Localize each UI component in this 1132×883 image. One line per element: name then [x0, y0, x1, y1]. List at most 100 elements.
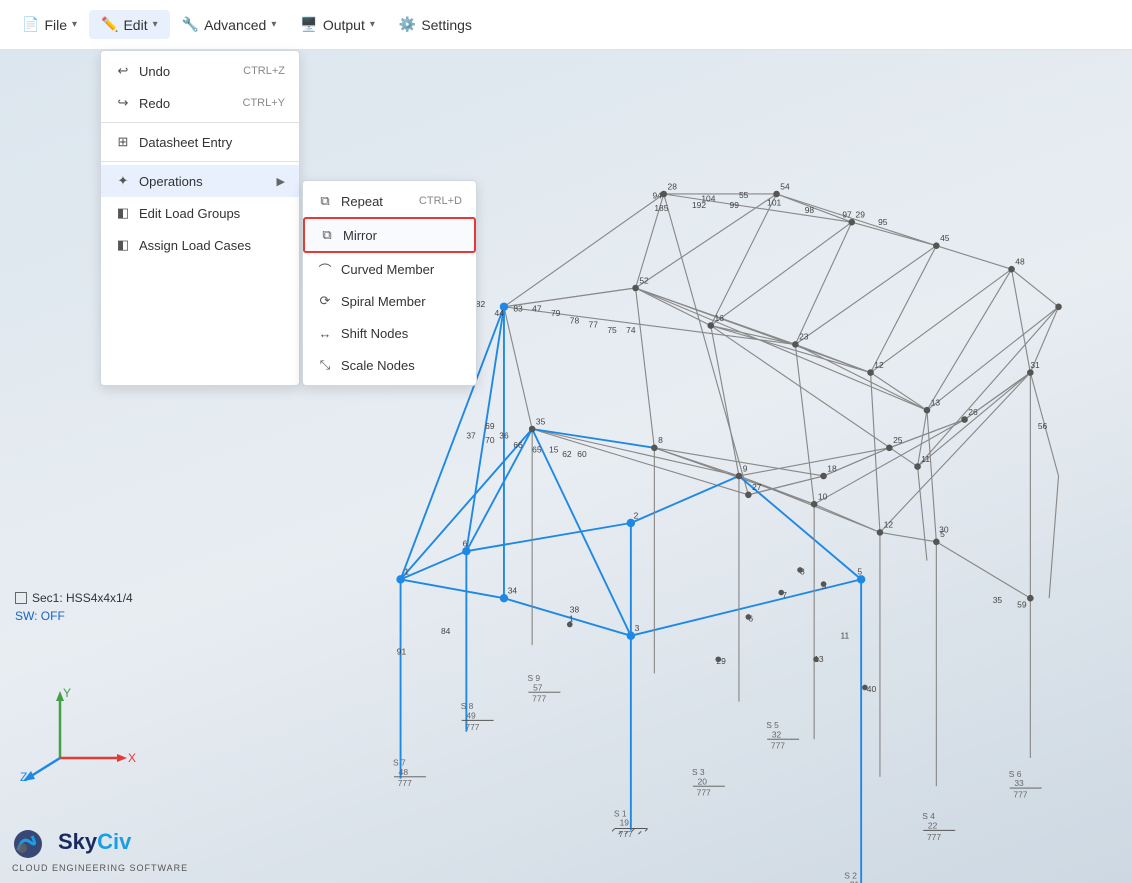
- redo-label: Redo: [139, 96, 170, 111]
- file-icon: 📄: [22, 16, 39, 33]
- svg-text:30: 30: [939, 524, 949, 534]
- svg-text:Z: Z: [20, 770, 27, 783]
- mirror-icon: ⧉: [319, 227, 335, 243]
- output-label: Output: [323, 17, 365, 33]
- svg-text:78: 78: [570, 316, 580, 326]
- svg-text:95: 95: [878, 217, 888, 227]
- svg-text:74: 74: [626, 325, 636, 335]
- curved-member-item[interactable]: ⌒ Curved Member: [303, 253, 476, 285]
- svg-text:35: 35: [536, 416, 546, 426]
- advanced-caret: ▾: [271, 19, 276, 30]
- repeat-label: Repeat: [341, 194, 383, 209]
- svg-text:101: 101: [767, 197, 781, 207]
- edit-icon: ✏️: [101, 16, 118, 33]
- svg-text:77: 77: [589, 319, 599, 329]
- svg-text:56: 56: [1038, 421, 1048, 431]
- svg-text:31: 31: [1030, 360, 1040, 370]
- svg-text:79: 79: [551, 308, 561, 318]
- repeat-item[interactable]: ⧉ Repeat CTRL+D: [303, 185, 476, 217]
- svg-text:777: 777: [619, 829, 633, 839]
- svg-text:59: 59: [1017, 600, 1027, 610]
- checkbox-icon: [15, 592, 27, 604]
- curved-member-icon: ⌒: [317, 261, 333, 277]
- datasheet-entry-item[interactable]: ⊞ Datasheet Entry: [101, 126, 299, 158]
- settings-menu[interactable]: ⚙️ Settings: [387, 10, 484, 39]
- svg-text:13: 13: [931, 397, 941, 407]
- svg-text:48: 48: [1015, 256, 1025, 266]
- undo-shortcut: CTRL+Z: [243, 65, 285, 77]
- edit-load-groups-item[interactable]: ◧ Edit Load Groups: [101, 197, 299, 229]
- svg-text:34: 34: [508, 585, 518, 595]
- operations-item[interactable]: ✦ Operations ▶: [101, 165, 299, 197]
- redo-item[interactable]: ↪ Redo CTRL+Y: [101, 87, 299, 119]
- svg-text:777: 777: [927, 832, 941, 842]
- advanced-menu[interactable]: 🔧 Advanced ▾: [170, 10, 289, 39]
- spiral-member-item[interactable]: ⟳ Spiral Member: [303, 285, 476, 317]
- operations-icon: ✦: [115, 173, 131, 189]
- section-label-text: Sec1: HSS4x4x1/4: [32, 591, 133, 605]
- svg-text:12: 12: [874, 360, 884, 370]
- svg-text:22: 22: [928, 820, 938, 830]
- svg-text:777: 777: [398, 778, 412, 788]
- svg-text:5: 5: [857, 567, 862, 577]
- shift-nodes-item[interactable]: ↔ Shift Nodes: [303, 317, 476, 349]
- svg-text:28: 28: [668, 181, 678, 191]
- svg-text:3: 3: [635, 623, 640, 633]
- svg-text:185: 185: [654, 203, 668, 213]
- mirror-label: Mirror: [343, 228, 377, 243]
- axes-widget: Y X Z: [20, 683, 140, 783]
- svg-text:777: 777: [465, 722, 479, 732]
- edit-menu[interactable]: ✏️ Edit ▾: [89, 10, 170, 39]
- edit-caret: ▾: [153, 19, 158, 30]
- svg-text:48: 48: [399, 767, 409, 777]
- svg-text:99: 99: [730, 200, 740, 210]
- assign-load-cases-label: Assign Load Cases: [139, 238, 251, 253]
- svg-text:11: 11: [840, 631, 849, 641]
- separator-2: [101, 161, 299, 162]
- svg-text:777: 777: [1013, 789, 1027, 799]
- logo-text: SkyCiv: [58, 829, 131, 855]
- svg-text:26: 26: [968, 407, 978, 417]
- svg-text:27: 27: [752, 482, 762, 492]
- scale-nodes-item[interactable]: ⤡ Scale Nodes: [303, 349, 476, 381]
- svg-text:35: 35: [993, 595, 1003, 605]
- spiral-member-icon: ⟳: [317, 293, 333, 309]
- svg-text:91: 91: [397, 647, 407, 657]
- shift-nodes-label: Shift Nodes: [341, 326, 408, 341]
- svg-text:29: 29: [856, 209, 866, 219]
- output-menu[interactable]: 🖥️ Output ▾: [288, 10, 387, 39]
- file-menu[interactable]: 📄 File ▾: [10, 10, 89, 39]
- advanced-label: Advanced: [204, 17, 266, 33]
- mirror-item[interactable]: ⧉ Mirror: [303, 217, 476, 253]
- file-caret: ▾: [72, 19, 77, 30]
- undo-item[interactable]: ↩ Undo CTRL+Z: [101, 55, 299, 87]
- svg-text:97: 97: [842, 209, 852, 219]
- svg-text:8: 8: [658, 435, 663, 445]
- settings-icon: ⚙️: [399, 16, 416, 33]
- svg-text:32: 32: [772, 729, 782, 739]
- edit-dropdown-wrapper: ↩ Undo CTRL+Z ↪ Redo CTRL+Y ⊞ Datasheet …: [100, 50, 477, 386]
- svg-text:98: 98: [805, 205, 815, 215]
- svg-text:75: 75: [607, 325, 617, 335]
- svg-text:777: 777: [697, 788, 711, 798]
- output-icon: 🖥️: [300, 16, 317, 33]
- svg-text:82: 82: [476, 299, 486, 309]
- status-section: Sec1: HSS4x4x1/4 SW: OFF: [15, 591, 133, 623]
- svg-text:777: 777: [771, 741, 785, 751]
- operations-label: Operations: [139, 174, 203, 189]
- svg-text:69: 69: [485, 421, 495, 431]
- datasheet-icon: ⊞: [115, 134, 131, 150]
- assign-load-cases-icon: ◧: [115, 237, 131, 253]
- svg-text:23: 23: [799, 332, 809, 342]
- svg-text:X: X: [128, 751, 136, 765]
- svg-text:18: 18: [827, 463, 837, 473]
- shift-nodes-icon: ↔: [317, 325, 333, 341]
- curved-member-label: Curved Member: [341, 262, 434, 277]
- svg-text:54: 54: [780, 181, 790, 191]
- spiral-member-label: Spiral Member: [341, 294, 426, 309]
- assign-load-cases-item[interactable]: ◧ Assign Load Cases: [101, 229, 299, 261]
- svg-text:49: 49: [466, 711, 476, 721]
- svg-text:2: 2: [634, 510, 639, 520]
- edit-label: Edit: [123, 17, 147, 33]
- edit-load-groups-icon: ◧: [115, 205, 131, 221]
